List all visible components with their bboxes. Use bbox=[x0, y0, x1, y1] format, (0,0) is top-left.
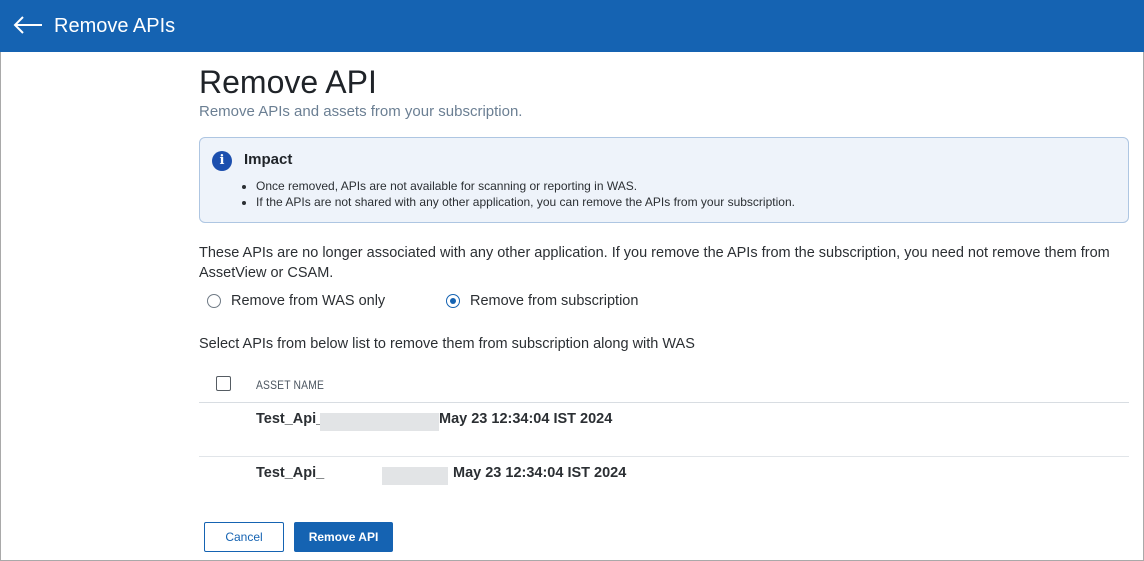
asset-name: Test_Api_ bbox=[256, 411, 325, 427]
arrow-left-icon[interactable] bbox=[12, 14, 44, 36]
removal-description: These APIs are no longer associated with… bbox=[199, 245, 1110, 281]
table-row[interactable]: Test_Api_ May 23 12:34:04 IST 2024 bbox=[199, 403, 1129, 457]
impact-item: Once removed, APIs are not available for… bbox=[256, 178, 795, 194]
column-header-asset-name: ASSET NAME bbox=[256, 378, 325, 392]
impact-list: Once removed, APIs are not available for… bbox=[240, 178, 795, 210]
info-icon: i bbox=[212, 151, 232, 171]
radio-remove-from-subscription[interactable]: Remove from subscription bbox=[446, 292, 638, 310]
impact-title: Impact bbox=[244, 151, 293, 168]
asset-date: May 23 12:34:04 IST 2024 bbox=[453, 465, 627, 481]
remove-api-button[interactable]: Remove API bbox=[294, 522, 393, 552]
radio-button-selected[interactable] bbox=[446, 294, 460, 308]
radio-button[interactable] bbox=[207, 294, 221, 308]
select-apis-hint: Select APIs from below list to remove th… bbox=[199, 336, 695, 352]
redacted-block bbox=[320, 413, 439, 431]
cancel-button[interactable]: Cancel bbox=[204, 522, 284, 552]
asset-date: May 23 12:34:04 IST 2024 bbox=[439, 411, 613, 427]
asset-name: Test_Api_ bbox=[256, 465, 325, 481]
radio-label: Remove from subscription bbox=[470, 293, 639, 309]
radio-label: Remove from WAS only bbox=[231, 293, 386, 309]
impact-item: If the APIs are not shared with any othe… bbox=[256, 194, 795, 210]
top-bar-title: Remove APIs bbox=[54, 15, 176, 37]
radio-remove-from-was-only[interactable]: Remove from WAS only bbox=[207, 292, 385, 310]
table-row[interactable]: Test_Api_ May 23 12:34:04 IST 2024 bbox=[199, 457, 1129, 511]
select-all-checkbox[interactable] bbox=[216, 376, 231, 391]
top-bar: Remove APIs bbox=[0, 0, 1144, 52]
page-subtitle: Remove APIs and assets from your subscri… bbox=[199, 103, 523, 120]
impact-notice: i Impact Once removed, APIs are not avai… bbox=[199, 137, 1129, 223]
redacted-block bbox=[382, 467, 448, 485]
page-title: Remove API bbox=[199, 64, 377, 100]
